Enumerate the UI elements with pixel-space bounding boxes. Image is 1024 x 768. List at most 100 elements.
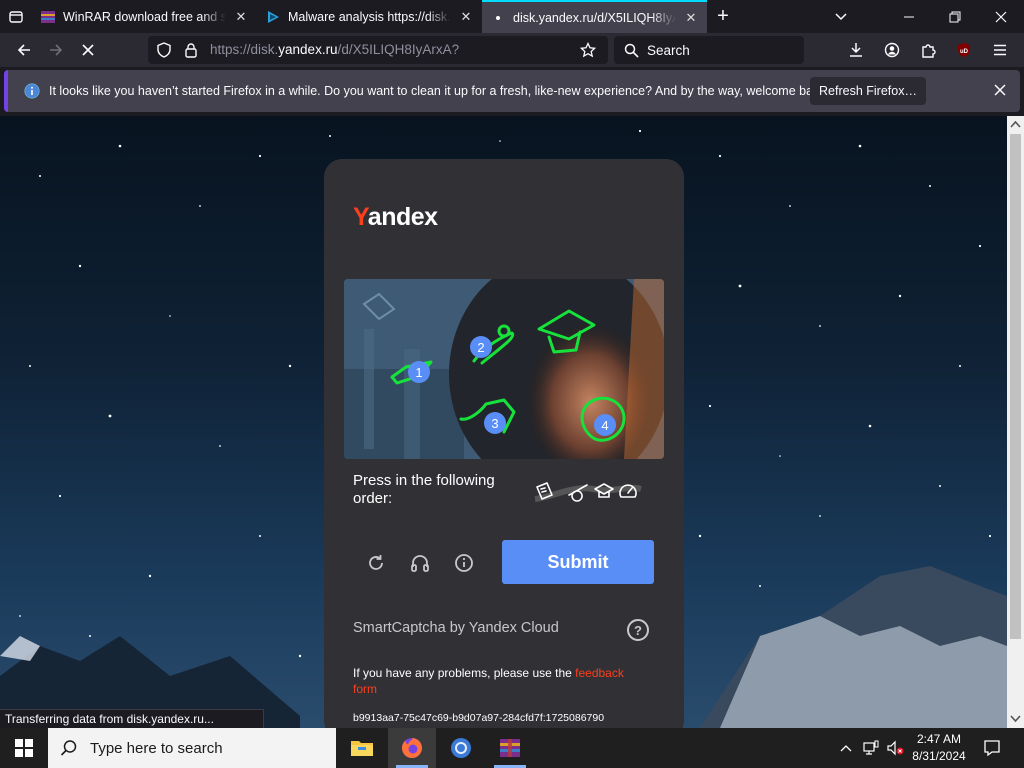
puzzle-icon (922, 44, 936, 58)
chevron-up-icon (840, 745, 852, 752)
search-bar[interactable]: Search (614, 36, 804, 64)
volume-muted-icon (887, 740, 904, 756)
taskbar-file-explorer[interactable] (338, 728, 386, 768)
tab-title: WinRAR download free and support: WinRAR (63, 9, 226, 24)
show-hidden-icons-button[interactable] (836, 728, 856, 768)
close-tab-icon[interactable]: ✕ (683, 10, 699, 26)
chevron-down-icon (835, 12, 847, 20)
list-all-tabs-button[interactable] (818, 0, 864, 33)
shield-icon[interactable] (156, 42, 172, 58)
clock-date: 8/31/2024 (912, 749, 966, 763)
tab-malware-analysis[interactable]: Malware analysis https://disk.yandex.ru/… (257, 0, 482, 33)
logo-letter-y: Y (353, 203, 368, 231)
windows-logo-icon (15, 739, 33, 757)
headphones-icon (411, 555, 429, 572)
captcha-info-button[interactable] (453, 552, 475, 574)
account-button[interactable] (876, 34, 908, 66)
scroll-down-icon[interactable] (1010, 714, 1021, 723)
winrar-icon (500, 739, 520, 757)
svg-text:uD: uD (960, 49, 969, 55)
address-bar[interactable]: https://disk.yandex.ru/d/X5ILIQH8IyArxA? (148, 36, 608, 64)
marker-4[interactable]: 4 (594, 414, 616, 436)
order-icons (533, 479, 643, 503)
refresh-firefox-button[interactable]: Refresh Firefox… (810, 77, 926, 105)
stop-icon (82, 44, 94, 56)
url-path: /d/X5ILIQH8IyArxA? (337, 42, 460, 57)
new-tab-button[interactable]: + (707, 0, 739, 33)
marker-3[interactable]: 3 (484, 412, 506, 434)
volume-button[interactable] (884, 728, 906, 768)
notifications-button[interactable] (976, 728, 1008, 768)
clock-time: 2:47 AM (916, 732, 962, 746)
file-explorer-icon (351, 741, 373, 756)
taskbar-firefox[interactable] (388, 728, 436, 768)
tab-yandex-disk[interactable]: disk.yandex.ru/d/X5ILIQH8IyArxA? ✕ (482, 0, 707, 33)
back-button[interactable] (8, 34, 40, 66)
tab-bar: WinRAR download free and support: WinRAR… (0, 0, 1024, 33)
refresh-icon (369, 555, 383, 570)
info-icon (24, 83, 40, 99)
problem-message: If you have any problems, please use the (353, 666, 576, 680)
captcha-image[interactable]: 1 2 3 4 (344, 279, 664, 459)
arrow-left-icon (17, 44, 30, 56)
stop-button[interactable] (72, 34, 104, 66)
windows-taskbar: Type here to search 2:47 AM 8/31/2024 (0, 728, 1024, 768)
audio-captcha-button[interactable] (409, 552, 431, 574)
page-scrollbar[interactable] (1007, 116, 1024, 728)
minimize-icon (904, 16, 914, 17)
anyrun-icon (265, 9, 281, 25)
scroll-up-icon[interactable] (1010, 120, 1021, 129)
url-text[interactable]: https://disk.yandex.ru/d/X5ILIQH8IyArxA? (210, 42, 459, 57)
marker-2[interactable]: 2 (470, 336, 492, 358)
downloads-button[interactable] (840, 34, 872, 66)
tab-list-button[interactable] (0, 0, 32, 33)
extensions-button[interactable] (912, 34, 944, 66)
lock-icon[interactable] (184, 42, 198, 58)
close-tab-icon[interactable]: ✕ (458, 9, 474, 25)
plus-icon: + (717, 5, 729, 27)
help-button[interactable]: ? (627, 619, 649, 641)
close-tab-icon[interactable]: ✕ (233, 9, 249, 25)
account-icon (884, 42, 900, 58)
taskbar-search-box[interactable]: Type here to search (48, 728, 336, 768)
captcha-instruction: Press in the following order: (353, 472, 495, 507)
download-icon (850, 43, 862, 57)
system-clock[interactable]: 2:47 AM 8/31/2024 (908, 731, 970, 765)
taskbar-chrome[interactable] (437, 728, 485, 768)
minimize-button[interactable] (886, 0, 932, 33)
start-button[interactable] (0, 728, 48, 768)
restore-button[interactable] (932, 0, 978, 33)
ublock-button[interactable]: uD (948, 34, 980, 66)
captcha-card: Yandex 1 2 3 4 Press in the following or… (324, 159, 684, 728)
logo-rest: andex (367, 203, 438, 231)
forward-button[interactable] (40, 34, 72, 66)
reload-captcha-button[interactable] (365, 552, 387, 574)
menu-button[interactable] (984, 34, 1016, 66)
chrome-icon (451, 738, 471, 758)
bookmark-star-icon[interactable] (580, 42, 596, 58)
close-notification-icon[interactable] (992, 82, 1008, 98)
status-panel: Transferring data from disk.yandex.ru... (0, 709, 264, 729)
taskbar-winrar[interactable] (486, 728, 534, 768)
close-icon (995, 11, 1007, 22)
search-icon (624, 43, 639, 58)
close-window-button[interactable] (978, 0, 1024, 33)
provider-label: SmartCaptcha by Yandex Cloud (353, 620, 559, 636)
scrollbar-thumb[interactable] (1010, 134, 1021, 639)
yandex-logo: Yandex (353, 203, 438, 232)
url-domain: yandex.ru (278, 42, 338, 57)
arrow-right-icon (50, 44, 63, 56)
tab-title: disk.yandex.ru/d/X5ILIQH8IyArxA? (513, 10, 676, 25)
network-button[interactable] (860, 728, 882, 768)
search-icon (60, 740, 77, 756)
url-prefix: https://disk. (210, 42, 279, 57)
loading-icon (490, 10, 506, 26)
notification-message: It looks like you haven’t started Firefo… (49, 84, 830, 98)
marker-1[interactable]: 1 (408, 361, 430, 383)
info-icon (455, 554, 473, 572)
captcha-artwork (344, 279, 664, 459)
hamburger-menu-icon (994, 44, 1006, 56)
submit-button[interactable]: Submit (502, 540, 654, 584)
network-icon (863, 740, 879, 755)
tab-winrar[interactable]: WinRAR download free and support: WinRAR… (32, 0, 257, 33)
